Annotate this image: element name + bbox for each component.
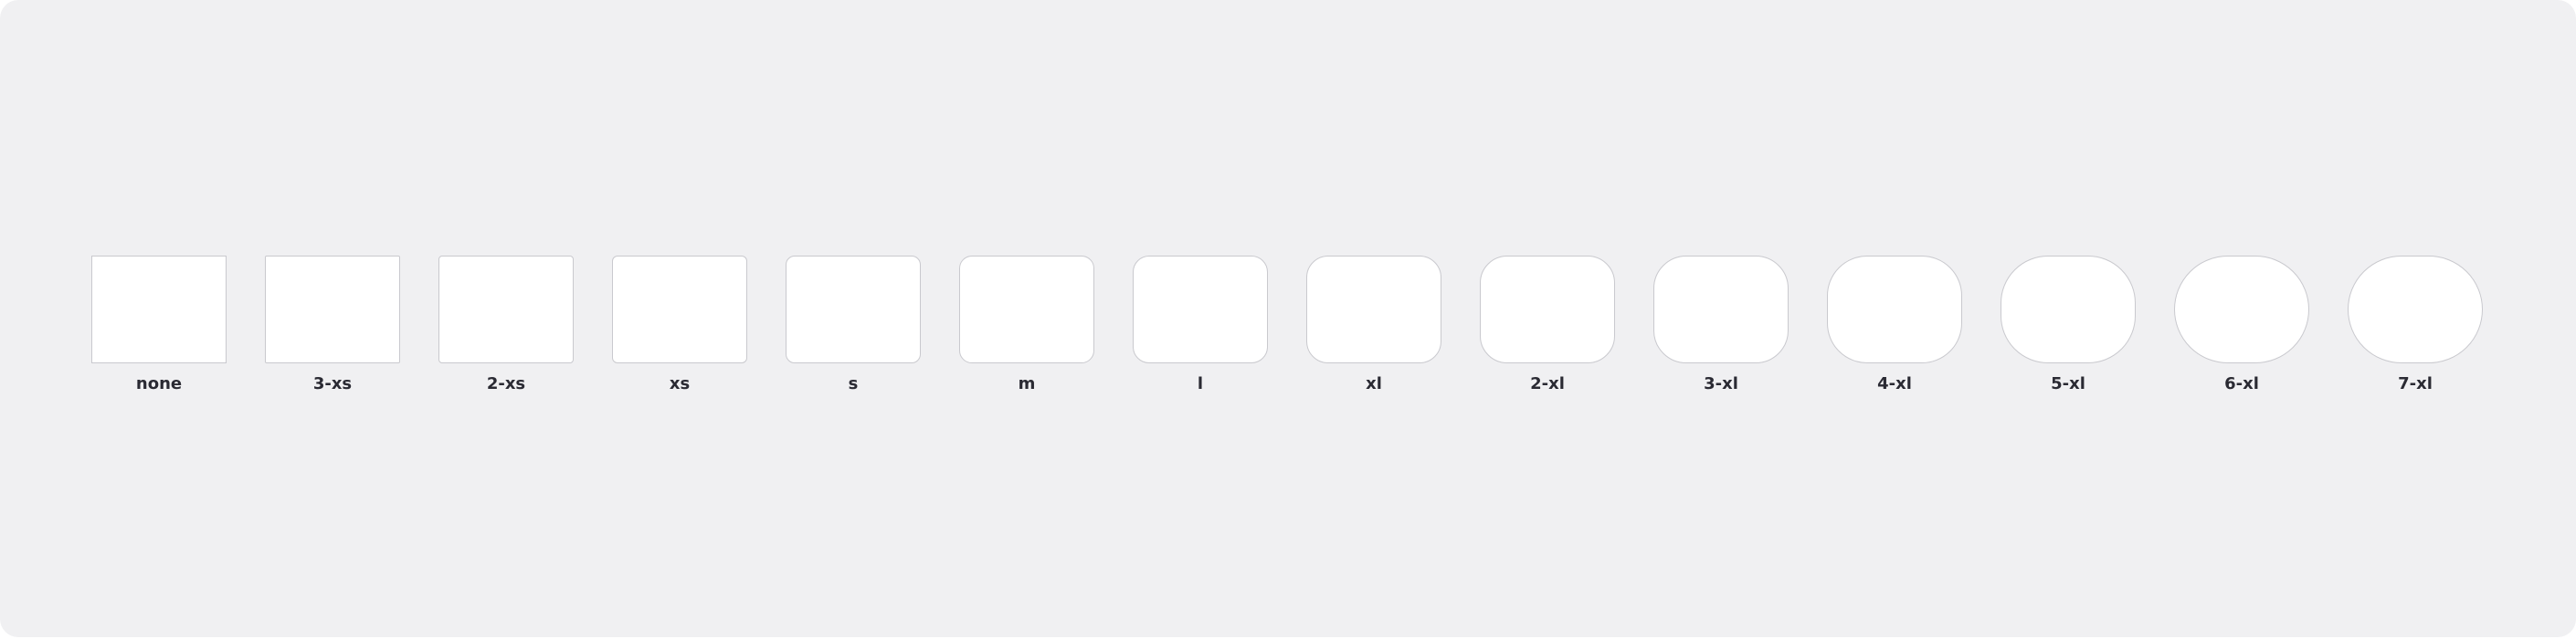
radius-item-3-xl: 3-xl bbox=[1653, 256, 1789, 394]
radius-item-2-xs: 2-xs bbox=[438, 256, 574, 394]
radius-swatch-6-xl bbox=[2174, 256, 2309, 363]
radius-swatch-3-xl bbox=[1653, 256, 1789, 363]
radius-label-7-xl: 7-xl bbox=[2398, 374, 2433, 393]
radius-label-s: s bbox=[848, 374, 859, 393]
radius-label-4-xl: 4-xl bbox=[1877, 374, 1912, 393]
radius-swatch-s bbox=[786, 256, 921, 363]
radius-showcase-panel: none 3-xs 2-xs xs s m l xl 2-xl 3-xl 4-x… bbox=[0, 0, 2576, 637]
radius-label-2-xs: 2-xs bbox=[486, 374, 526, 393]
radius-item-5-xl: 5-xl bbox=[2001, 256, 2136, 394]
radius-item-xs: xs bbox=[612, 256, 747, 394]
radius-swatch-row: none 3-xs 2-xs xs s m l xl 2-xl 3-xl 4-x… bbox=[91, 256, 2483, 394]
radius-label-m: m bbox=[1018, 374, 1036, 393]
radius-label-3-xs: 3-xs bbox=[312, 374, 353, 393]
radius-swatch-none bbox=[91, 256, 227, 363]
radius-item-3-xs: 3-xs bbox=[265, 256, 400, 394]
radius-item-none: none bbox=[91, 256, 227, 394]
radius-item-4-xl: 4-xl bbox=[1827, 256, 1962, 394]
radius-swatch-2-xl bbox=[1480, 256, 1615, 363]
radius-label-5-xl: 5-xl bbox=[2051, 374, 2085, 393]
radius-swatch-xl bbox=[1306, 256, 1441, 363]
radius-swatch-m bbox=[959, 256, 1094, 363]
radius-label-2-xl: 2-xl bbox=[1530, 374, 1565, 393]
radius-label-l: l bbox=[1197, 374, 1204, 393]
radius-item-l: l bbox=[1133, 256, 1268, 394]
radius-item-xl: xl bbox=[1306, 256, 1441, 394]
radius-label-xl: xl bbox=[1366, 374, 1382, 393]
radius-swatch-7-xl bbox=[2348, 256, 2483, 363]
radius-label-none: none bbox=[135, 374, 183, 393]
radius-item-6-xl: 6-xl bbox=[2174, 256, 2309, 394]
radius-item-2-xl: 2-xl bbox=[1480, 256, 1615, 394]
radius-swatch-xs bbox=[612, 256, 747, 363]
radius-label-6-xl: 6-xl bbox=[2224, 374, 2259, 393]
radius-swatch-3-xs bbox=[265, 256, 400, 363]
radius-label-3-xl: 3-xl bbox=[1704, 374, 1738, 393]
radius-swatch-5-xl bbox=[2001, 256, 2136, 363]
radius-label-xs: xs bbox=[669, 374, 691, 393]
radius-swatch-4-xl bbox=[1827, 256, 1962, 363]
radius-item-7-xl: 7-xl bbox=[2348, 256, 2483, 394]
radius-swatch-l bbox=[1133, 256, 1268, 363]
radius-item-m: m bbox=[959, 256, 1094, 394]
radius-swatch-2-xs bbox=[438, 256, 574, 363]
radius-item-s: s bbox=[786, 256, 921, 394]
